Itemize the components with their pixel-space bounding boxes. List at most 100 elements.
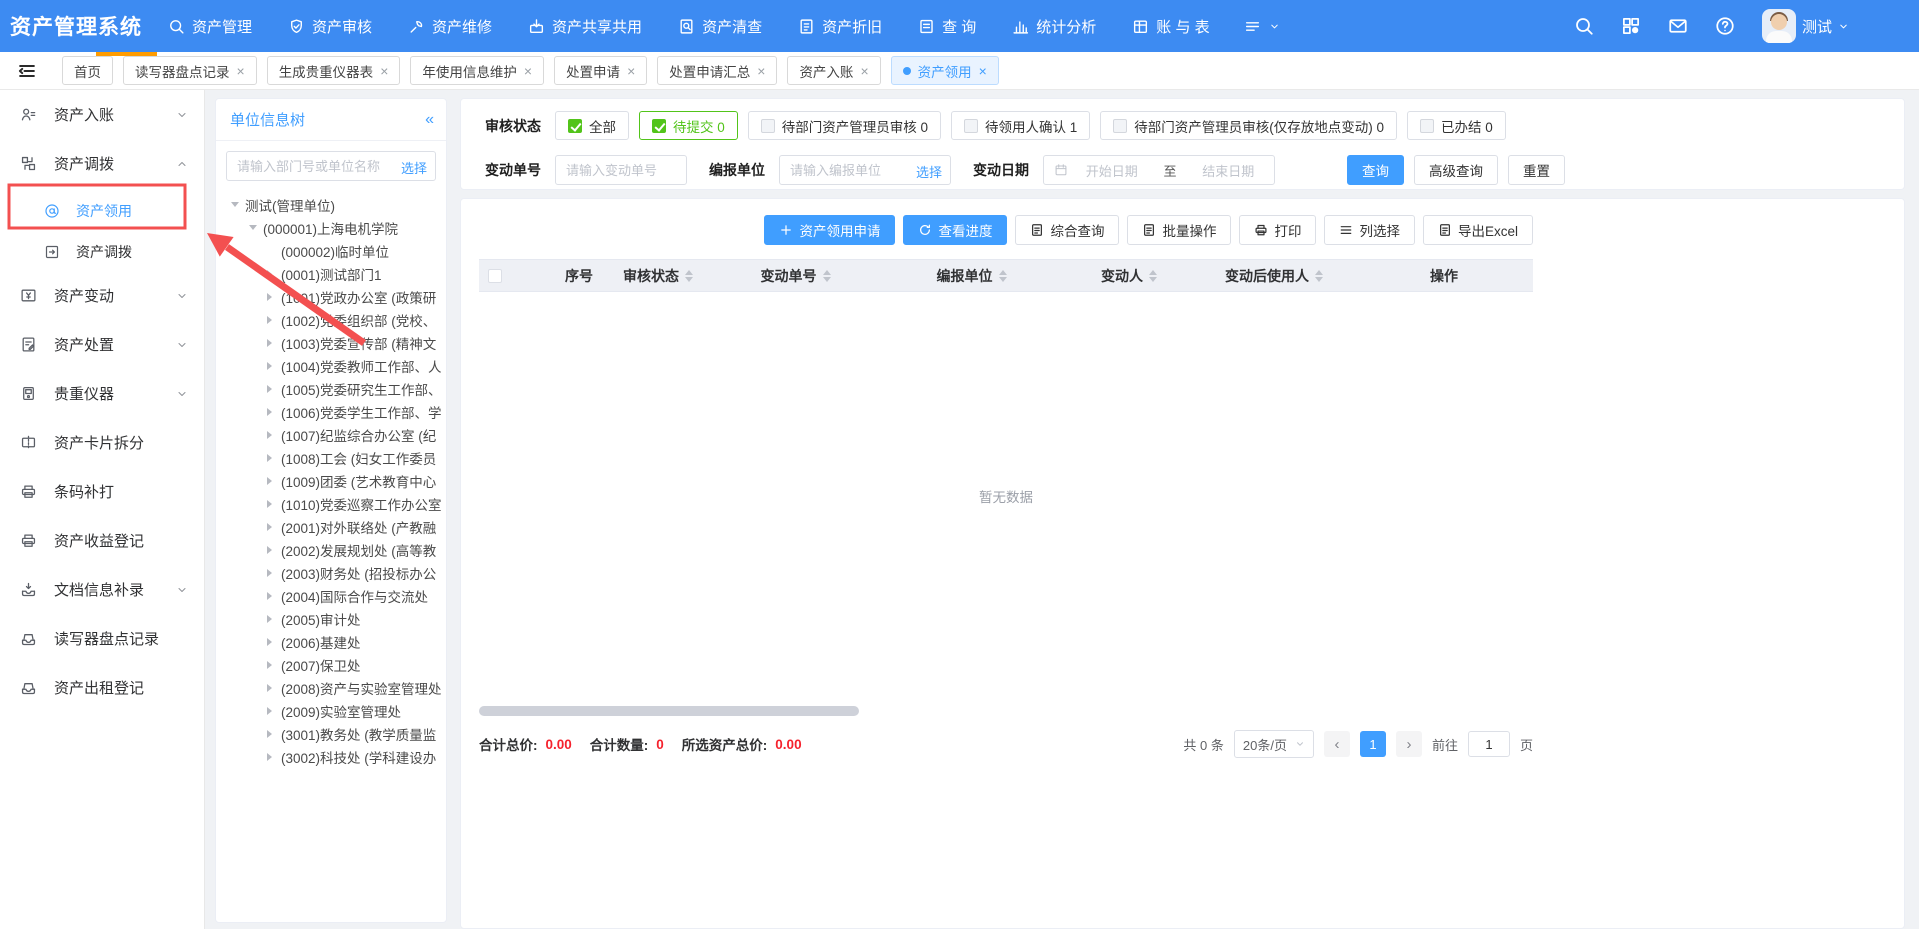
advanced-query-button[interactable]: 高级查询 (1414, 155, 1498, 185)
nav-menu-item[interactable]: 资产折旧 (798, 16, 882, 37)
sidebar-item-asset-change[interactable]: 资产变动 (0, 271, 204, 320)
sidebar-item-asset-disposal[interactable]: 资产处置 (0, 320, 204, 369)
reset-button[interactable]: 重置 (1508, 155, 1565, 185)
status-checkbox[interactable]: 待提交 0 (639, 111, 738, 140)
tab[interactable]: 处置申请 × (554, 56, 647, 85)
sort-icons[interactable] (1149, 270, 1157, 282)
column-header[interactable] (511, 260, 555, 291)
tree-expander-icon[interactable] (267, 523, 281, 531)
tree-node[interactable]: (3002)科技处 (学科建设办 (267, 745, 446, 768)
tree-expander-icon[interactable] (267, 707, 281, 715)
search-icon[interactable] (1574, 16, 1594, 36)
mail-icon[interactable] (1668, 16, 1688, 36)
sidebar-fold-button[interactable] (14, 58, 40, 84)
close-icon[interactable]: × (380, 64, 388, 78)
tree-node[interactable]: (1008)工会 (妇女工作委员 (267, 446, 446, 469)
tree-expander-icon[interactable] (267, 638, 281, 646)
user-menu[interactable]: 测试 (1762, 9, 1849, 43)
tree-node[interactable]: (1007)纪监综合办公室 (纪 (267, 423, 446, 446)
tree-node[interactable]: (2001)对外联络处 (产教融 (267, 515, 446, 538)
column-header[interactable]: 变动单号 (713, 260, 878, 291)
tree-node[interactable]: (0001)测试部门1 (267, 262, 446, 285)
tree-expander-icon[interactable] (249, 225, 263, 230)
sidebar-item-asset-rental-register[interactable]: 资产出租登记 (0, 663, 204, 712)
tab[interactable]: 生成贵重仪器表 × (267, 56, 401, 85)
sidebar-item-asset-card-split[interactable]: 资产卡片拆分 (0, 418, 204, 467)
sidebar-item-asset-transfer[interactable]: 资产调拨 (0, 139, 204, 188)
nav-menu-item[interactable]: 资产管理 (168, 16, 252, 37)
sort-icons[interactable] (1315, 270, 1323, 282)
tree-expander-icon[interactable] (267, 477, 281, 485)
column-header[interactable]: 编报单位 (878, 260, 1065, 291)
tree-node[interactable]: (1003)党委宣传部 (精神文 (267, 331, 446, 354)
tree-node[interactable]: (1009)团委 (艺术教育中心 (267, 469, 446, 492)
tree-expander-icon[interactable] (267, 454, 281, 462)
close-icon[interactable]: × (524, 64, 532, 78)
column-header[interactable]: 变动人 (1065, 260, 1193, 291)
nav-menu-item[interactable]: 查 询 (918, 16, 976, 37)
status-checkbox[interactable]: 待领用人确认 1 (951, 111, 1090, 140)
tree-expander-icon[interactable] (267, 270, 281, 278)
toolbar-button[interactable]: 查看进度 (903, 215, 1007, 245)
tree-node[interactable]: (1006)党委学生工作部、学 (267, 400, 446, 423)
tree-node[interactable]: (2008)资产与实验室管理处 (267, 676, 446, 699)
toolbar-button[interactable]: 列选择 (1324, 215, 1415, 245)
goto-page-input[interactable] (1468, 731, 1510, 757)
tree-expander-icon[interactable] (267, 592, 281, 600)
toolbar-button[interactable]: 打印 (1239, 215, 1316, 245)
status-checkbox[interactable]: 已办结 0 (1407, 111, 1506, 140)
tree-expander-icon[interactable] (267, 293, 281, 301)
tree-node[interactable]: (2009)实验室管理处 (267, 699, 446, 722)
status-checkbox[interactable]: 待部门资产管理员审核 0 (748, 111, 941, 140)
date-range-picker[interactable]: 开始日期 至 结束日期 (1043, 155, 1275, 185)
order-no-input[interactable] (555, 155, 687, 185)
tab[interactable]: 资产入账 × (787, 56, 880, 85)
tree-expander-icon[interactable] (267, 362, 281, 370)
tree-node[interactable]: (2003)财务处 (招投标办公 (267, 561, 446, 584)
query-button[interactable]: 查询 (1347, 155, 1404, 185)
tree-expander-icon[interactable] (267, 339, 281, 347)
current-page-button[interactable]: 1 (1360, 731, 1386, 757)
more-menu-button[interactable] (1244, 18, 1280, 35)
toolbar-button[interactable]: 资产领用申请 (764, 215, 895, 245)
nav-menu-item[interactable]: 资产审核 (288, 16, 372, 37)
tree-node[interactable]: (000001)上海电机学院 (249, 216, 446, 239)
column-header[interactable]: 操作 (1355, 260, 1533, 291)
close-icon[interactable]: × (757, 64, 765, 78)
sidebar-item-asset-entry[interactable]: 资产入账 (0, 90, 204, 139)
tree-node[interactable]: (000002)临时单位 (267, 239, 446, 262)
tree-expander-icon[interactable] (267, 546, 281, 554)
tree-node[interactable]: (2005)审计处 (267, 607, 446, 630)
unit-select-link[interactable]: 选择 (401, 158, 427, 177)
tree-expander-icon[interactable] (267, 684, 281, 692)
toolbar-button[interactable]: 导出Excel (1423, 215, 1533, 245)
sidebar-item-reader-inventory-records[interactable]: 读写器盘点记录 (0, 614, 204, 663)
tree-expander-icon[interactable] (267, 500, 281, 508)
tree-expander-icon[interactable] (267, 316, 281, 324)
column-header[interactable]: 变动后使用人 (1193, 260, 1355, 291)
toolbar-button[interactable]: 综合查询 (1015, 215, 1119, 245)
sort-icons[interactable] (685, 270, 693, 282)
sort-icons[interactable] (823, 270, 831, 282)
sidebar-item-document-info-supplement[interactable]: 文档信息补录 (0, 565, 204, 614)
tree-node[interactable]: (1002)党委组织部 (党校、 (267, 308, 446, 331)
select-all-checkbox[interactable] (488, 269, 502, 283)
sidebar-item-asset-income-register[interactable]: 资产收益登记 (0, 516, 204, 565)
tree-node[interactable]: (3001)教务处 (教学质量监 (267, 722, 446, 745)
tree-expander-icon[interactable] (231, 202, 245, 207)
nav-menu-item[interactable]: 统计分析 (1012, 16, 1096, 37)
status-checkbox[interactable]: 待部门资产管理员审核(仅存放地点变动) 0 (1100, 111, 1397, 140)
tree-node[interactable]: (1004)党委教师工作部、人 (267, 354, 446, 377)
page-size-select[interactable]: 20条/页 (1234, 730, 1314, 758)
tree-expander-icon[interactable] (267, 569, 281, 577)
tree-node[interactable]: (1010)党委巡察工作办公室 (267, 492, 446, 515)
sidebar-item-barcode-reprint[interactable]: 条码补打 (0, 467, 204, 516)
close-icon[interactable]: × (979, 64, 987, 78)
tab[interactable]: 读写器盘点记录 × (123, 56, 257, 85)
sidebar-item-asset-transfer-sub[interactable]: 资产调拨 (0, 233, 204, 271)
help-icon[interactable] (1715, 16, 1735, 36)
nav-menu-item[interactable]: 资产清查 (678, 16, 762, 37)
tab[interactable]: 首页 × (62, 56, 113, 85)
prev-page-button[interactable]: ‹ (1324, 731, 1350, 757)
tab[interactable]: 年使用信息维护 × (410, 56, 544, 85)
